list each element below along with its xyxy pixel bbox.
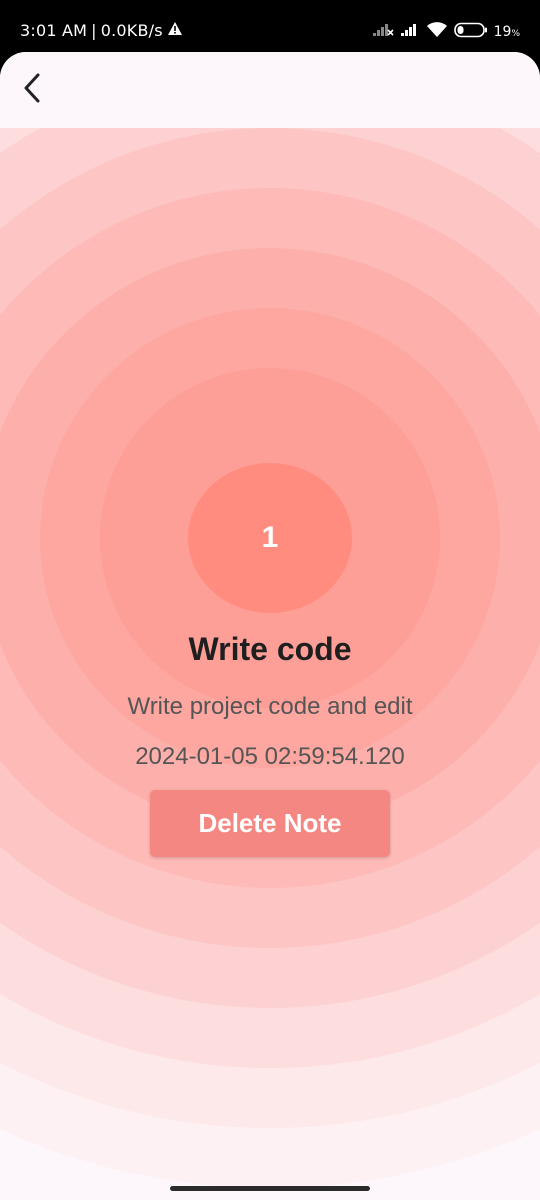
phone-screen: 3:01 AM | 0.0KB/s 19% 1 Write code Write…: [0, 0, 540, 1200]
back-button[interactable]: [14, 70, 50, 110]
battery-value: 19: [493, 24, 512, 40]
status-bar: 3:01 AM | 0.0KB/s 19%: [0, 0, 540, 52]
status-left: 3:01 AM | 0.0KB/s: [20, 21, 183, 40]
battery-percent: 19%: [494, 24, 520, 40]
chevron-left-icon: [22, 73, 42, 107]
note-detail-page: 1 Write code Write project code and edit…: [0, 52, 540, 1200]
status-net-speed: 0.0KB/s: [100, 21, 163, 40]
note-number: 1: [261, 521, 279, 554]
status-separator: |: [91, 21, 97, 40]
warning-triangle-icon: [167, 21, 183, 40]
note-timestamp: 2024-01-05 02:59:54.120: [135, 743, 405, 770]
battery-unit: %: [511, 29, 520, 39]
note-number-circle: 1: [188, 463, 352, 613]
signal-no-service-icon: [372, 23, 394, 41]
status-right: 19%: [372, 22, 520, 42]
home-indicator[interactable]: [170, 1186, 370, 1191]
status-time: 3:01 AM: [20, 21, 88, 40]
note-description: Write project code and edit: [127, 693, 413, 720]
note-title: Write code: [188, 631, 352, 667]
signal-strength-icon: [400, 23, 420, 41]
wifi-icon: [426, 22, 448, 42]
app-bar: [0, 52, 540, 128]
battery-icon: [453, 22, 488, 42]
delete-note-button[interactable]: Delete Note: [150, 790, 390, 857]
